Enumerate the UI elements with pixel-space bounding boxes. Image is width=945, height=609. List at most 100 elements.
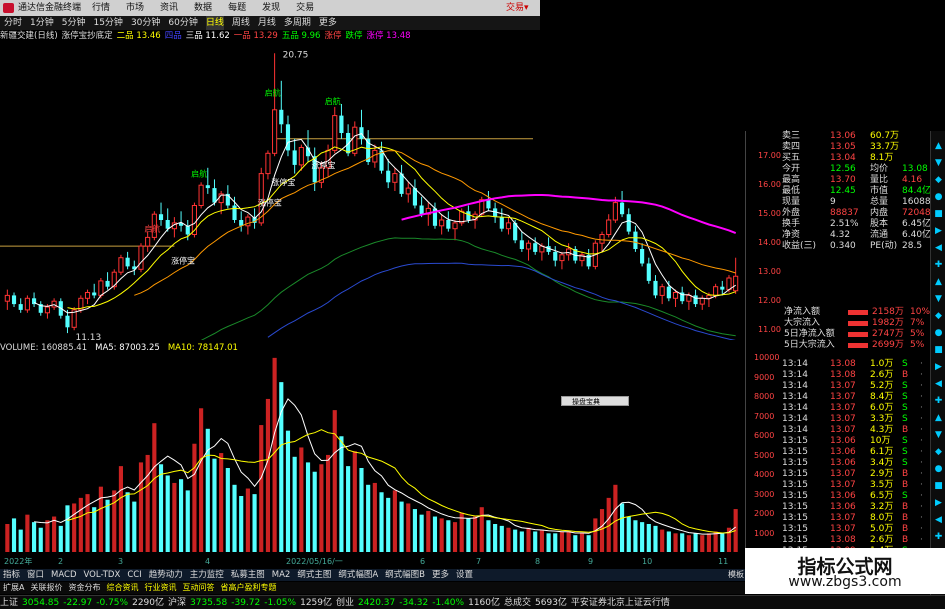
tick-volume: 3.4万 — [870, 458, 894, 468]
bottom-link[interactable]: 关联报价 — [30, 582, 62, 594]
tick-count: · — [920, 491, 923, 501]
indicator-tab[interactable]: 纲式主图 — [297, 569, 331, 581]
toolbar-icon[interactable]: ▼ — [933, 430, 944, 441]
date-tick-label: 9 — [588, 557, 594, 566]
toolbar-icon[interactable]: ✚ — [933, 260, 944, 271]
indicator-tab[interactable]: 主力监控 — [190, 569, 224, 581]
indicator-tab[interactable]: 设置 — [456, 569, 473, 581]
volume-axis-tick: 3000 — [754, 489, 775, 499]
toolbar-icon[interactable]: ▶ — [933, 226, 944, 237]
period-tab[interactable]: 多周期 — [284, 16, 311, 30]
indicator-tab[interactable]: 趋势动力 — [149, 569, 183, 581]
volume-bar — [138, 462, 144, 552]
period-tab[interactable]: 1分钟 — [30, 16, 54, 30]
candle-body — [499, 217, 504, 229]
toolbar-icon[interactable]: ● — [933, 192, 944, 203]
menu-item[interactable]: 发现 — [262, 0, 280, 16]
volume-bar — [65, 505, 70, 552]
toolbar-icon[interactable]: ▲ — [933, 141, 944, 152]
toolbar-icon[interactable]: ■ — [933, 345, 944, 356]
candle-body — [699, 297, 705, 305]
period-tab[interactable]: 周线 — [232, 16, 250, 30]
toolbar-icon[interactable]: ◀ — [933, 379, 944, 390]
bottom-link[interactable]: 综合资讯 — [106, 582, 138, 594]
volume-bar — [339, 436, 344, 552]
quote-value2: 6.40亿 — [902, 230, 932, 240]
toolbar-icon[interactable]: ✚ — [933, 396, 944, 407]
volume-bar — [586, 535, 591, 552]
menu-item[interactable]: 市场 — [126, 0, 144, 16]
tick-side: B — [902, 370, 909, 380]
tick-time: 13:15 — [782, 447, 808, 457]
candlestick-chart[interactable]: 20.7511.13启航启航启航启航涨停宝涨停宝涨停宝涨停宝 — [0, 42, 745, 340]
toolbar-icon[interactable]: ◀ — [933, 243, 944, 254]
quote-label: 最低 — [782, 186, 801, 196]
menu-item[interactable]: 交易 — [296, 0, 314, 16]
toolbar-icon[interactable]: ▶ — [933, 362, 944, 373]
volume-axis-tick: 5000 — [754, 450, 775, 460]
volume-bar — [493, 524, 498, 552]
menu-item[interactable]: 行情 — [92, 0, 110, 16]
tick-side: S — [902, 392, 908, 402]
toolbar-icon[interactable]: ● — [933, 464, 944, 475]
period-tab[interactable]: 60分钟 — [168, 16, 197, 30]
toolbar-icon[interactable]: ● — [933, 328, 944, 339]
candle-body — [646, 263, 651, 281]
period-tab[interactable]: 5分钟 — [62, 16, 86, 30]
indicator-tab[interactable]: MACD — [51, 569, 76, 581]
indicator-tab[interactable]: MA2 — [272, 569, 291, 581]
candle-body — [11, 295, 17, 305]
floating-tooltip[interactable]: 操盘宝典 — [561, 396, 629, 406]
period-tab[interactable]: 30分钟 — [131, 16, 160, 30]
period-tab[interactable]: 15分钟 — [93, 16, 122, 30]
bottom-link[interactable]: 行业资讯 — [144, 582, 176, 594]
volume-bar — [252, 494, 257, 552]
app-title: 通达信金融终端 — [18, 3, 82, 13]
volume-chart[interactable] — [0, 354, 745, 554]
indicator-tab[interactable]: 窗口 — [27, 569, 44, 581]
indicator-tab[interactable]: 纲式幅图B — [385, 569, 425, 581]
bottom-link[interactable]: 省高户盈利专题 — [220, 582, 276, 594]
indicator-value: 跌停 — [345, 31, 363, 41]
toolbar-icon[interactable]: ◆ — [933, 175, 944, 186]
bottom-link[interactable]: 扩展A — [3, 582, 24, 594]
period-tab[interactable]: 日线 — [205, 16, 224, 30]
indicator-tab[interactable]: CCI — [127, 569, 141, 581]
menu-item[interactable]: 数据 — [194, 0, 212, 16]
toolbar-icon[interactable]: ◆ — [933, 311, 944, 322]
menu-item[interactable]: 每题 — [228, 0, 246, 16]
toolbar-icon[interactable]: ▼ — [933, 158, 944, 169]
toolbar-icon[interactable]: ◀ — [933, 515, 944, 526]
volume-bar — [499, 525, 504, 552]
menu-item[interactable]: 资讯 — [160, 0, 178, 16]
template-button[interactable]: 模板 — [728, 569, 745, 581]
volume-bar — [319, 464, 324, 552]
toolbar-icon[interactable]: ✚ — [933, 532, 944, 543]
toolbar-icon[interactable]: ■ — [933, 209, 944, 220]
bottom-link[interactable]: 资金分布 — [68, 582, 100, 594]
indicator-tab[interactable]: 更多 — [432, 569, 449, 581]
indicator-tab[interactable]: 指标 — [3, 569, 20, 581]
indicator-tab[interactable]: VOL-TDX — [84, 569, 121, 581]
toolbar-icon[interactable]: ▲ — [933, 277, 944, 288]
volume-bar — [526, 527, 531, 552]
candle-body — [559, 254, 565, 262]
period-tab[interactable]: 更多 — [319, 16, 337, 30]
bottom-link[interactable]: 互动问答 — [182, 582, 214, 594]
date-tick-label: 2022年 — [4, 557, 33, 566]
indicator-tab[interactable]: 纲式幅图A — [338, 569, 378, 581]
period-tab[interactable]: 分时 — [4, 16, 22, 30]
volume-bar — [118, 466, 124, 552]
candle-body — [633, 231, 638, 249]
volume-bar — [38, 527, 43, 552]
toolbar-icon[interactable]: ▲ — [933, 413, 944, 424]
volume-bar — [165, 475, 170, 552]
trade-button[interactable]: 交易▾ — [506, 0, 529, 16]
toolbar-icon[interactable]: ■ — [933, 481, 944, 492]
toolbar-icon[interactable]: ◆ — [933, 447, 944, 458]
toolbar-icon[interactable]: ▼ — [933, 294, 944, 305]
toolbar-icon[interactable]: ▶ — [933, 498, 944, 509]
indicator-tab[interactable]: 私募主图 — [231, 569, 265, 581]
volume-bar — [145, 454, 150, 552]
period-tab[interactable]: 月线 — [258, 16, 276, 30]
